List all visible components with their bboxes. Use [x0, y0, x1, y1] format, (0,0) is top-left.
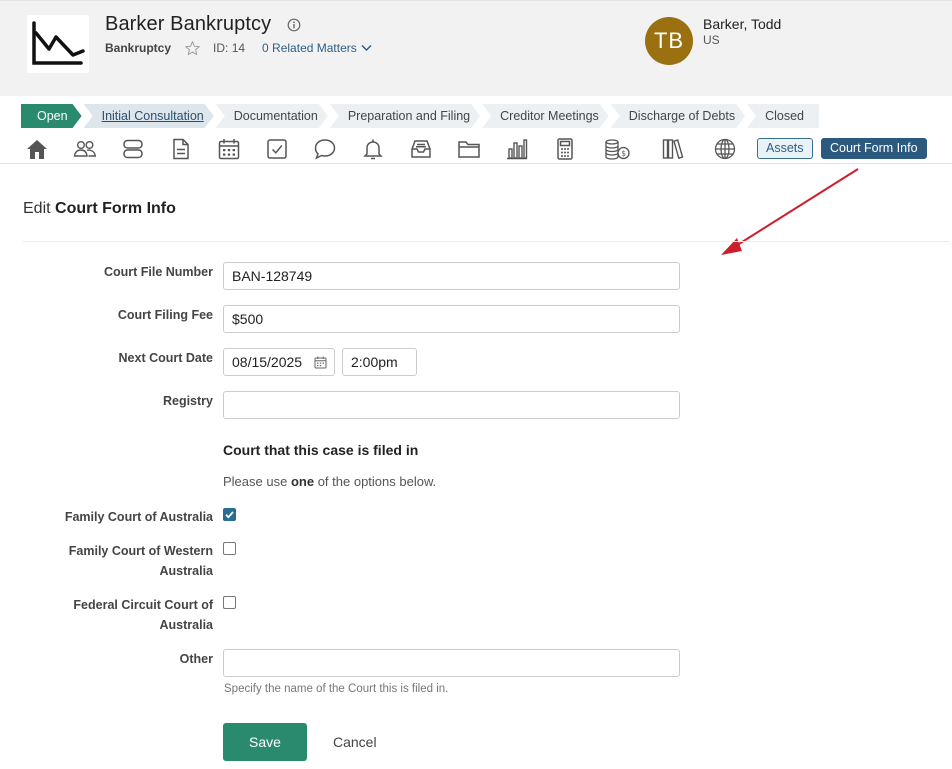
federal-court-label: Federal Circuit Court of Australia	[73, 595, 213, 635]
tab-court-form-info[interactable]: Court Form Info	[821, 138, 927, 159]
decline-chart-icon	[32, 21, 85, 65]
registry-input[interactable]	[223, 391, 680, 419]
other-court-label: Other	[179, 652, 213, 666]
stage-initial-consultation[interactable]: Initial Consultation	[84, 104, 214, 128]
folder-icon[interactable]	[456, 136, 482, 162]
next-court-date-value: 08/15/2025	[232, 354, 303, 370]
help-bold: one	[290, 474, 315, 489]
matter-toolbar: $ Assets Court Form Info	[0, 134, 952, 164]
registry-label: Registry	[162, 394, 213, 408]
star-icon[interactable]	[184, 40, 201, 57]
cancel-button[interactable]: Cancel	[333, 734, 377, 750]
bar-chart-icon[interactable]	[504, 136, 530, 162]
stage-discharge-of-debts[interactable]: Discharge of Debts	[611, 104, 745, 128]
federal-court-checkbox[interactable]	[223, 596, 236, 609]
stage-creditor-meetings[interactable]: Creditor Meetings	[482, 104, 609, 128]
stage-preparation-and-filing[interactable]: Preparation and Filing	[330, 104, 480, 128]
help-suffix: of the options below.	[317, 474, 437, 489]
client-name[interactable]: Barker, Todd	[703, 16, 781, 32]
client-avatar[interactable]: TB	[645, 17, 693, 65]
calendar-icon[interactable]	[216, 136, 242, 162]
info-icon[interactable]	[287, 18, 301, 32]
svg-text:$: $	[621, 149, 626, 158]
wa-court-checkbox[interactable]	[223, 542, 236, 555]
matter-subinfo: Bankruptcy ID: 14 0 Related Matters	[105, 40, 372, 56]
court-filing-fee-label: Court Filing Fee	[117, 308, 213, 322]
bell-icon[interactable]	[360, 136, 386, 162]
family-court-checkbox[interactable]	[223, 508, 236, 521]
wa-court-label-line2: Australia	[159, 564, 214, 578]
database-icon[interactable]	[120, 136, 146, 162]
globe-icon[interactable]	[712, 136, 738, 162]
page-title-prefix: Edit	[23, 200, 51, 217]
court-section-help: Please use one of the options below.	[223, 474, 436, 489]
stage-pipeline: Open Initial Consultation Documentation …	[21, 104, 821, 128]
coins-icon[interactable]: $	[602, 136, 632, 162]
library-icon[interactable]	[660, 136, 686, 162]
stage-open[interactable]: Open	[21, 104, 82, 128]
matter-title: Barker Bankruptcy	[105, 13, 272, 35]
wa-court-label-line1: Family Court of Western	[68, 544, 213, 558]
court-file-number-input[interactable]: BAN-128749	[223, 262, 680, 290]
page-title-main: Court Form Info	[55, 200, 176, 217]
tab-assets[interactable]: Assets	[757, 138, 813, 159]
document-icon[interactable]	[168, 136, 194, 162]
calculator-icon[interactable]	[552, 136, 578, 162]
federal-court-label-line2: Australia	[159, 618, 214, 632]
contacts-icon[interactable]	[72, 136, 98, 162]
wa-court-label: Family Court of Western Australia	[69, 541, 213, 581]
federal-court-label-line1: Federal Circuit Court of	[73, 598, 213, 612]
inbox-icon[interactable]	[408, 136, 434, 162]
chevron-down-icon	[361, 44, 372, 52]
annotation-arrow-icon	[721, 168, 859, 255]
next-court-time-input[interactable]: 2:00pm	[342, 348, 417, 376]
related-matters-label: 0 Related Matters	[262, 41, 357, 55]
family-court-label: Family Court of Australia	[64, 510, 213, 524]
client-country: US	[703, 33, 720, 47]
court-filing-fee-input[interactable]: $500	[223, 305, 680, 333]
court-section-title: Court that this case is filed in	[223, 442, 419, 458]
matter-type: Bankruptcy	[105, 41, 172, 55]
other-court-hint: Specify the name of the Court this is fi…	[224, 683, 449, 695]
calendar-picker-icon[interactable]	[314, 356, 327, 369]
next-court-date-label: Next Court Date	[118, 351, 213, 365]
checkmark-icon	[225, 511, 234, 519]
heading-divider	[23, 241, 949, 242]
stage-closed[interactable]: Closed	[747, 104, 820, 128]
home-icon[interactable]	[24, 136, 50, 162]
next-court-date-input[interactable]: 08/15/2025	[223, 348, 335, 376]
matter-id: ID: 14	[213, 41, 246, 55]
task-icon[interactable]	[264, 136, 290, 162]
other-court-input[interactable]	[223, 649, 680, 677]
help-prefix: Please use	[223, 474, 288, 489]
save-button[interactable]: Save	[223, 723, 307, 761]
matter-logo	[27, 15, 89, 73]
related-matters-dropdown[interactable]: 0 Related Matters	[262, 41, 372, 55]
matter-header: Barker Bankruptcy Bankruptcy ID: 14 0 Re…	[0, 0, 952, 96]
stage-documentation[interactable]: Documentation	[216, 104, 328, 128]
court-file-number-label: Court File Number	[103, 265, 213, 279]
chat-icon[interactable]	[312, 136, 338, 162]
page-title: Edit Court Form Info	[23, 200, 176, 218]
